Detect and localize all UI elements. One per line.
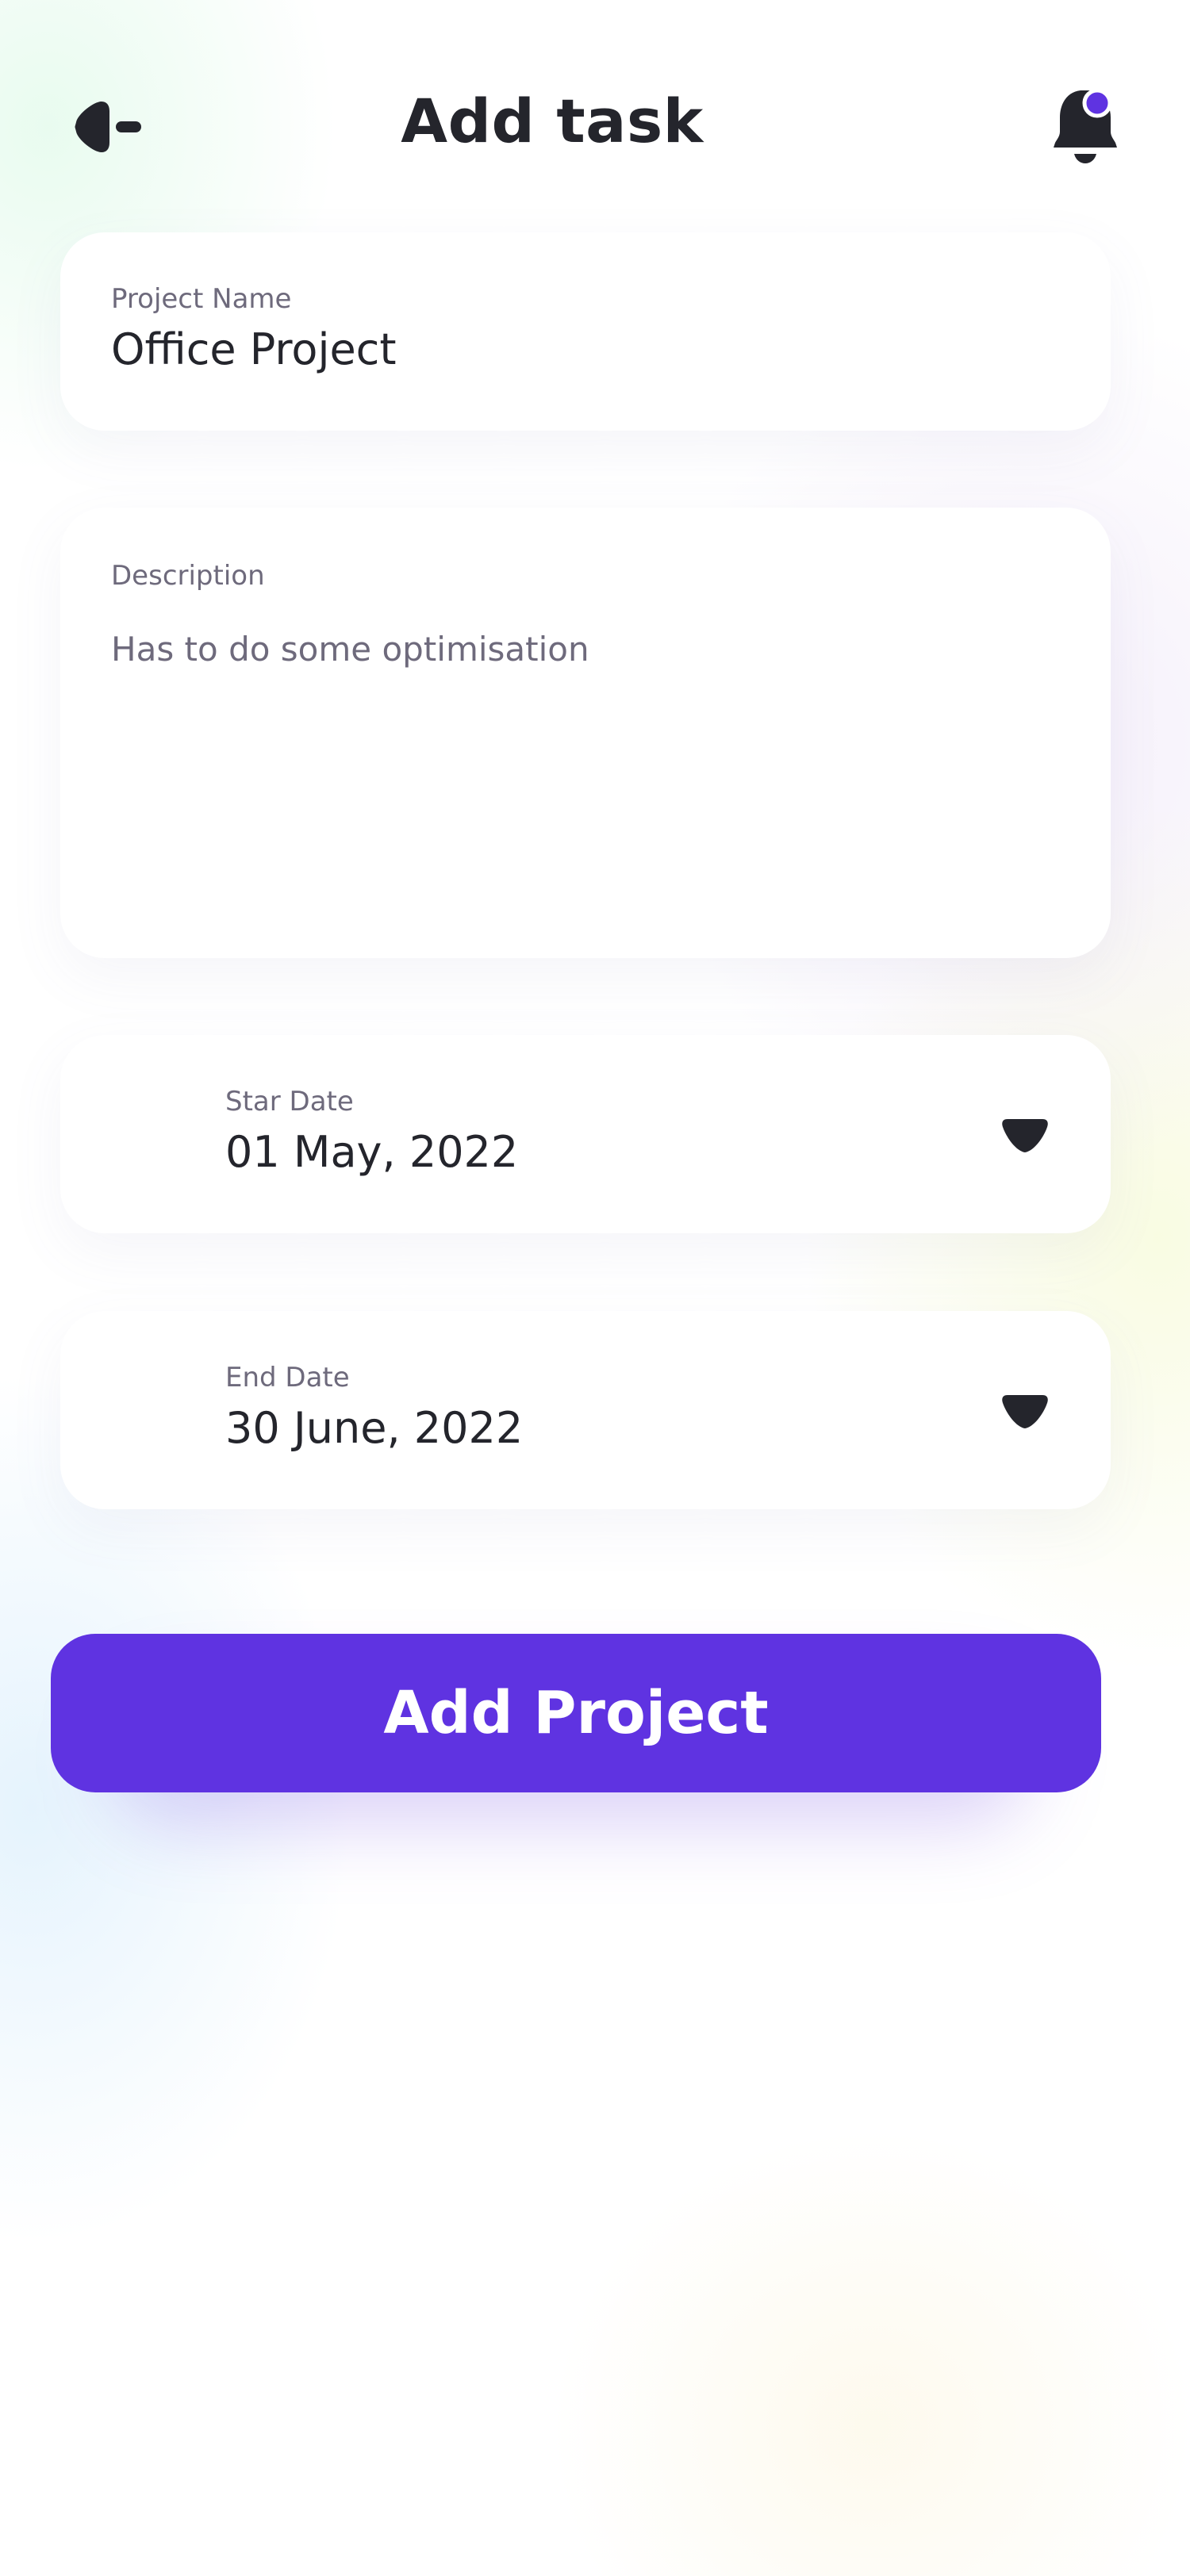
notification-dot <box>1082 88 1112 118</box>
description-field[interactable]: Description Has to do some optimisation <box>60 508 1111 958</box>
project-name-value[interactable]: Office Project <box>111 324 397 374</box>
description-value[interactable]: Has to do some optimisation <box>111 630 589 669</box>
end-date-dropdown[interactable] <box>1000 1392 1050 1432</box>
end-date-label: End Date <box>225 1362 350 1393</box>
add-project-button[interactable]: Add Project <box>51 1634 1101 1792</box>
start-date-value: 01 May, 2022 <box>225 1127 519 1177</box>
project-name-field[interactable]: Project Name Office Project <box>60 232 1111 431</box>
start-date-dropdown[interactable] <box>1000 1116 1050 1156</box>
caret-down-icon <box>1002 1119 1048 1152</box>
caret-down-icon <box>1002 1395 1048 1428</box>
end-date-field[interactable]: End Date 30 June, 2022 <box>60 1311 1111 1509</box>
description-label: Description <box>111 560 265 592</box>
page-title: Add task <box>401 86 704 156</box>
project-name-label: Project Name <box>111 283 292 315</box>
start-date-label: Star Date <box>225 1086 354 1117</box>
bell-icon <box>1054 88 1117 163</box>
end-date-value: 30 June, 2022 <box>225 1403 524 1453</box>
notification-button[interactable] <box>1046 84 1125 167</box>
start-date-field[interactable]: Star Date 01 May, 2022 <box>60 1035 1111 1233</box>
